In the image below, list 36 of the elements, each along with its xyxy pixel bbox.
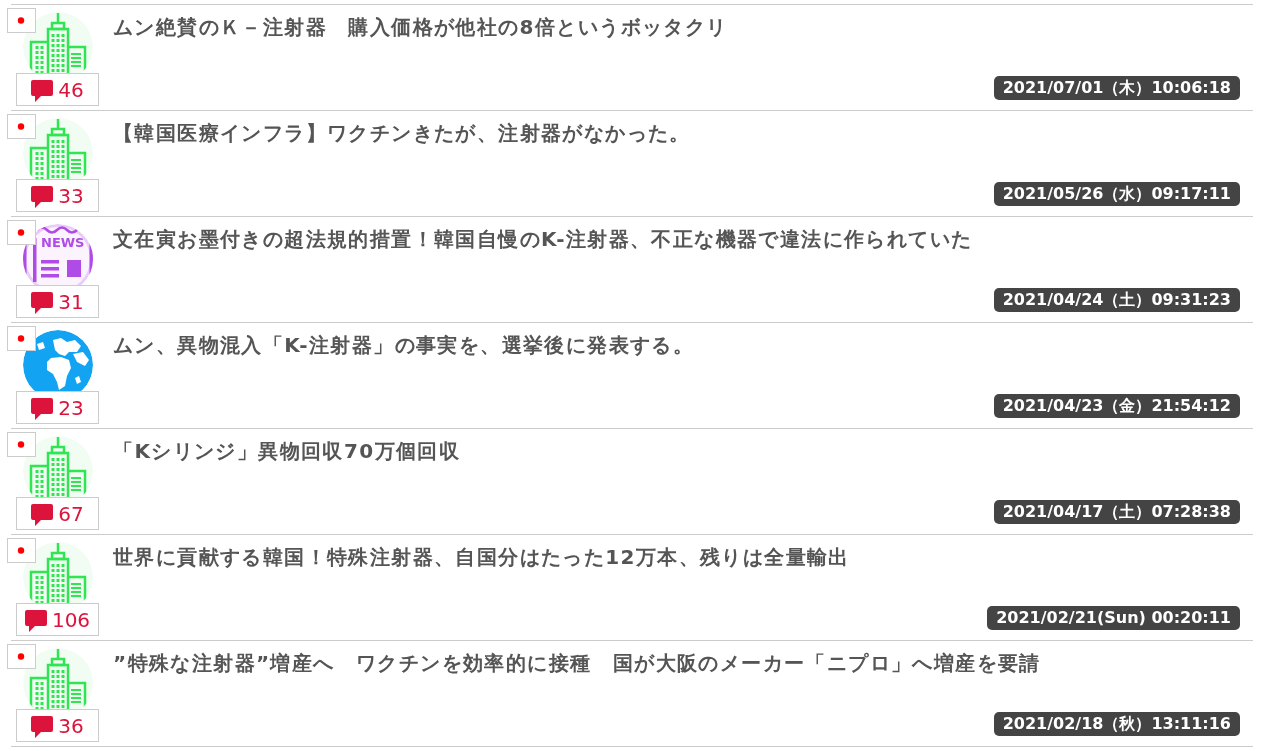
post-date: 2021/07/01（木）10:06:18: [993, 76, 1240, 100]
news-label: NEWS: [41, 235, 85, 251]
post-date: 2021/04/17（土）07:28:38: [993, 500, 1240, 524]
flag-icon: [7, 8, 36, 33]
flag-icon: [7, 326, 36, 351]
comment-count[interactable]: 46: [16, 73, 99, 106]
comment-count[interactable]: 36: [16, 709, 99, 742]
post-date: 2021/05/26（水）09:17:11: [993, 182, 1240, 206]
article-title-link[interactable]: ムン、異物混入「K-注射器」の事実を、選挙後に発表する。: [113, 330, 695, 360]
post-date: 2021/04/23（金）21:54:12: [993, 394, 1240, 418]
flag-icon: [7, 644, 36, 669]
comment-count[interactable]: 33: [16, 179, 99, 212]
comment-count[interactable]: 23: [16, 391, 99, 424]
comment-icon: [31, 398, 54, 420]
article-title-link[interactable]: ムン絶賛のＫ－注射器 購入価格が他社の8倍というボッタクリ: [113, 12, 728, 42]
article-title-link[interactable]: 世界に貢献する韓国！特殊注射器、自国分はたった12万本、残りは全量輸出: [113, 542, 850, 572]
flag-icon: [7, 220, 36, 245]
comment-count[interactable]: 67: [16, 497, 99, 530]
post-date: 2021/02/21(Sun) 00:20:11: [987, 606, 1240, 630]
comment-count[interactable]: 31: [16, 285, 99, 318]
comment-icon: [24, 610, 47, 632]
comment-icon: [31, 504, 54, 526]
comment-icon: [31, 716, 54, 738]
comment-icon: [31, 80, 54, 102]
flag-icon: [7, 538, 36, 563]
article-title-link[interactable]: ”特殊な注射器”増産へ ワクチンを効率的に接種 国が大阪のメーカー「ニプロ」へ増産を要請: [113, 648, 1041, 678]
article-title-link[interactable]: 文在寅お墨付きの超法規的措置！韓国自慢のK-注射器、不正な機器で違法に作られていた: [113, 224, 973, 254]
post-date: 2021/02/18（秋）13:11:16: [993, 712, 1240, 736]
article-title-link[interactable]: 「Kシリンジ」異物回収70万個回収: [113, 436, 461, 466]
flag-icon: [7, 432, 36, 457]
post-date: 2021/04/24（土）09:31:23: [993, 288, 1240, 312]
article-title-link[interactable]: 【韓国医療インフラ】ワクチンきたが、注射器がなかった。: [113, 118, 691, 148]
comment-icon: [31, 186, 54, 208]
flag-icon: [7, 114, 36, 139]
comment-count[interactable]: 106: [16, 603, 99, 636]
comment-icon: [31, 292, 54, 314]
